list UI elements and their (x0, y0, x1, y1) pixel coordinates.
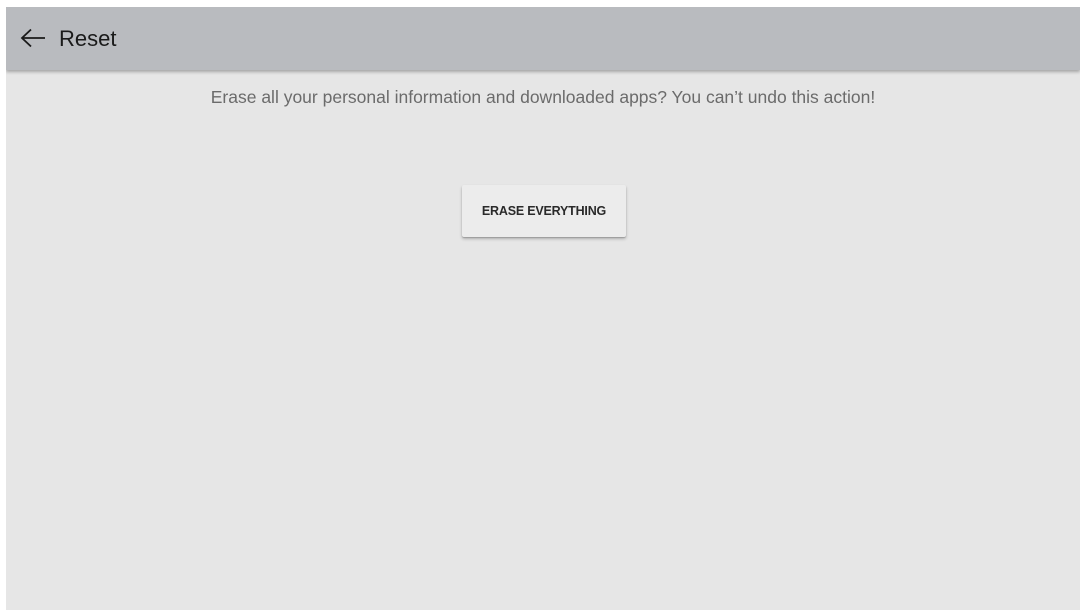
back-button[interactable] (14, 19, 52, 57)
erase-everything-button[interactable]: ERASE EVERYTHING (462, 185, 626, 237)
reset-screen: Reset Erase all your personal informatio… (6, 7, 1080, 610)
arrow-left-icon (20, 28, 46, 48)
app-bar: Reset (6, 7, 1080, 70)
page-title: Reset (59, 26, 117, 51)
warning-message: Erase all your personal information and … (210, 87, 876, 107)
